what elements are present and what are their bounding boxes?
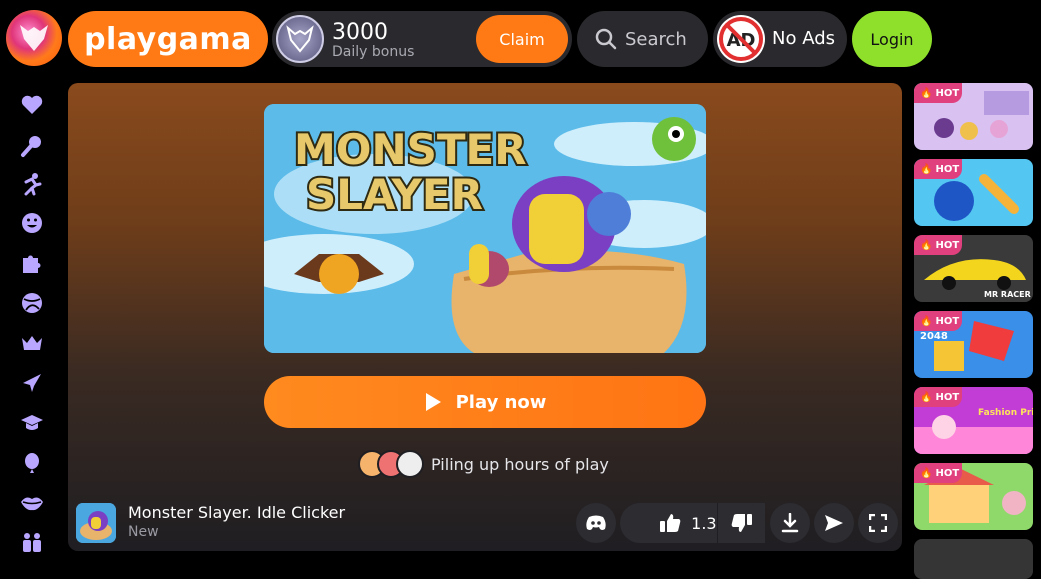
hot-badge: 🔥 HOT [914,463,962,483]
avatar [396,450,424,478]
thumbs-up-icon [660,514,681,532]
ball-icon[interactable] [20,291,44,315]
download-icon [781,513,799,533]
play-icon [425,393,441,411]
fullscreen-icon [869,514,887,532]
svg-text:SLAYER: SLAYER [306,170,483,219]
hot-game-card[interactable]: Fashion Princess 🔥HOT [914,387,1033,454]
no-ads-button[interactable]: AD No Ads [713,11,847,67]
hot-badge: 🔥 HOT [914,235,962,255]
thumbs-down-icon [731,514,752,532]
fire-icon: 🔥 [920,239,933,251]
play-now-label: Play now [455,391,547,413]
daily-bonus-widget: 3000 Daily bonus Claim [272,11,572,67]
hot-game-card[interactable] [914,539,1033,579]
social-proof-text: Piling up hours of play [431,454,609,474]
no-ads-label: No Ads [772,28,835,49]
search-icon [595,28,617,50]
game-cover-image[interactable]: MONSTER SLAYER [264,104,706,353]
brand-logo[interactable]: playgama [68,11,268,67]
fire-icon: 🔥 [920,87,933,99]
running-person-icon[interactable] [20,172,44,196]
fullscreen-button[interactable] [858,503,898,543]
puzzle-icon[interactable] [20,252,44,276]
discord-icon [586,515,606,530]
heart-icon[interactable] [20,93,44,117]
hot-game-card[interactable]: 🔥 HOT [914,83,1033,150]
svg-text:MONSTER: MONSTER [294,125,527,174]
discord-button[interactable] [576,503,616,543]
graduation-cap-icon[interactable] [20,411,44,435]
hot-game-card[interactable]: 🔥 HOT [914,463,1033,530]
hot-badge: 🔥 HOT [914,83,962,103]
people-icon[interactable] [20,531,44,555]
hot-badge: 🔥 HOT [914,311,962,331]
fire-icon: 🔥 [920,163,933,175]
airplane-icon[interactable] [20,371,44,395]
smiley-icon[interactable] [20,211,44,235]
crown-icon[interactable] [20,331,44,355]
player-avatars: Piling up hours of play [358,448,609,480]
play-now-button[interactable]: Play now [264,376,706,428]
share-button[interactable] [814,503,854,543]
hot-badge: 🔥 HOT [914,387,962,407]
svg-text:MR RACER: MR RACER [984,290,1031,299]
svg-text:2048: 2048 [920,331,948,342]
game-thumbnail [76,503,116,543]
search-button[interactable]: Search [577,11,708,67]
fire-icon: 🔥 [920,467,933,479]
send-icon [825,515,843,531]
bonus-amount: 3000 [332,20,388,45]
download-button[interactable] [770,503,810,543]
no-ads-icon: AD [717,15,765,63]
bonus-label: Daily bonus [332,44,415,60]
hot-game-card[interactable]: 🔥 HOT [914,159,1033,226]
fire-icon: 🔥 [920,391,933,403]
lips-icon[interactable] [20,491,44,515]
fox-coin-icon [276,15,324,63]
dislike-button[interactable] [717,503,765,543]
game-stage: MONSTER SLAYER Play now Piling up hours … [68,83,902,551]
microphone-icon[interactable] [20,134,44,158]
svg-text:Fashion Princess: Fashion Princess [978,408,1033,418]
game-status: New [128,524,159,540]
balloon-icon[interactable] [20,451,44,475]
app-root: playgama 3000 Daily bonus Claim Search A… [0,0,1041,579]
hot-badge: 🔥 HOT [914,159,962,179]
login-button[interactable]: Login [852,11,932,67]
search-label: Search [625,28,687,50]
game-title: Monster Slayer. Idle Clicker [128,503,346,522]
hot-game-card[interactable]: MR RACER 🔥 HOT [914,235,1033,302]
claim-button[interactable]: Claim [476,15,568,63]
fire-icon: 🔥 [920,315,933,327]
hot-game-card[interactable]: 2048 🔥 HOT [914,311,1033,378]
playgama-logo-icon[interactable] [6,10,62,66]
